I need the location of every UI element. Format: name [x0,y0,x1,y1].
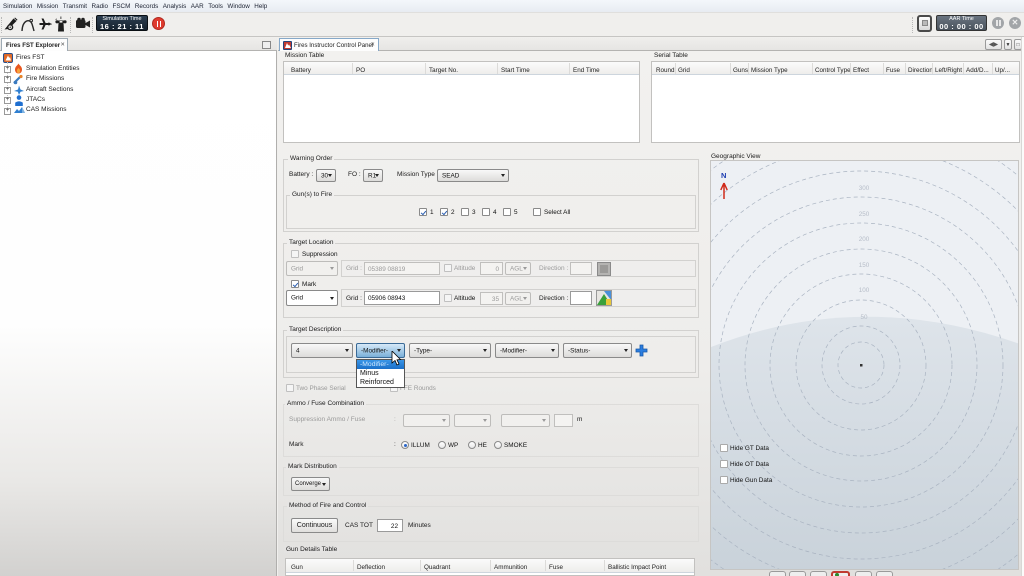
svg-text:150: 150 [859,262,870,269]
svg-text:100: 100 [859,287,870,294]
svg-text:250: 250 [859,211,870,218]
svg-text:50: 50 [860,314,868,321]
svg-text:300: 300 [859,185,870,192]
svg-text:N: N [721,171,726,180]
svg-text:200: 200 [859,236,870,243]
